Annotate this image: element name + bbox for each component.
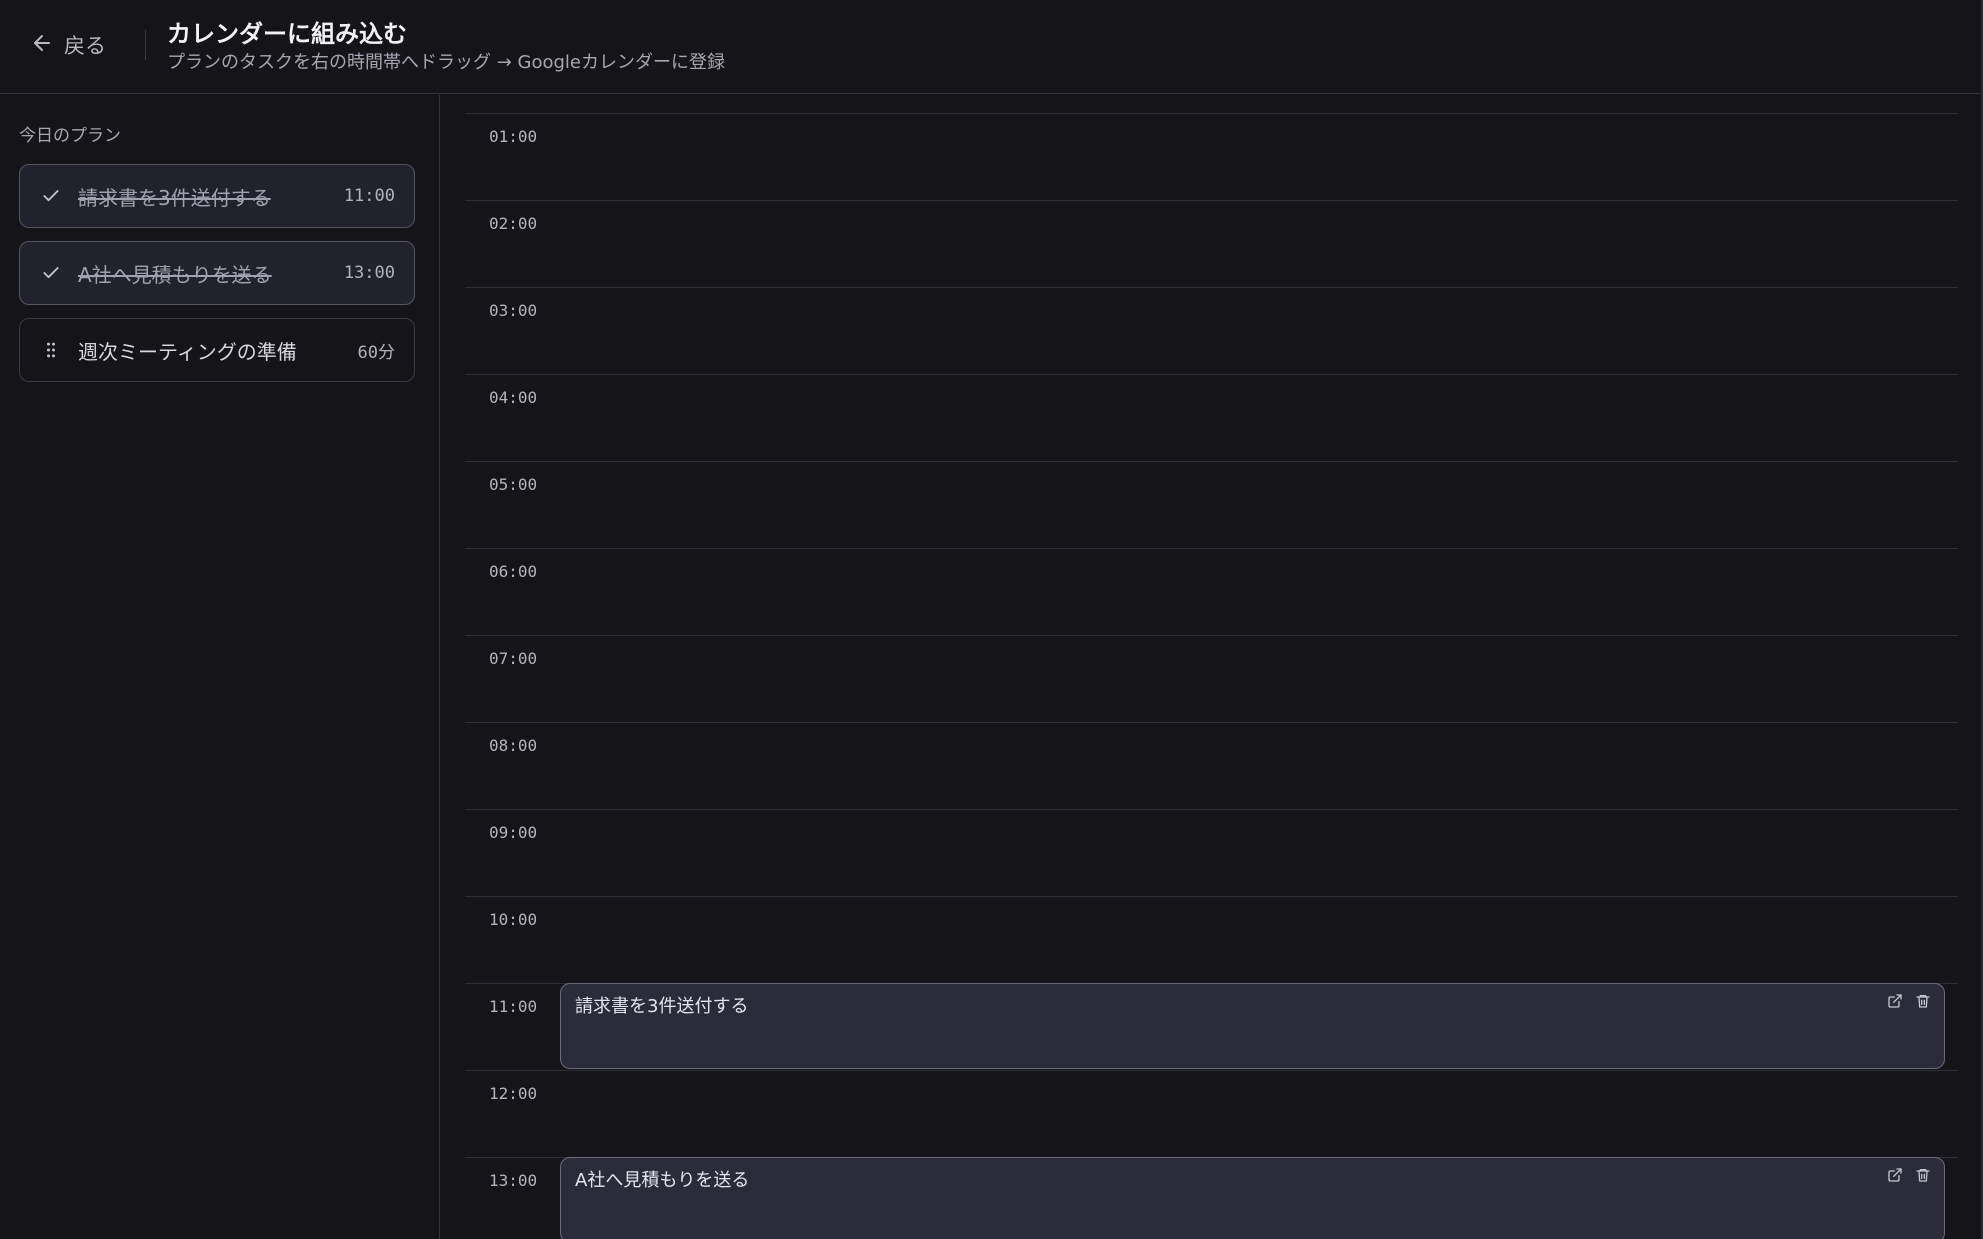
- event-title: 請求書を3件送付する: [575, 996, 749, 1017]
- back-label: 戻る: [64, 34, 106, 58]
- plan-sidebar: 今日のプラン 請求書を3件送付する 11:00 A社へ見積もりを送る 13:00…: [0, 95, 440, 1239]
- header: 戻る カレンダーに組み込む プランのタスクを右の時間帯へドラッグ → Googl…: [0, 0, 1983, 94]
- back-button[interactable]: 戻る: [30, 28, 106, 62]
- hour-label: 04:00: [489, 388, 538, 407]
- hour-label: 13:00: [489, 1171, 538, 1190]
- hour-label: 02:00: [489, 214, 538, 233]
- hour-label: 11:00: [489, 997, 538, 1016]
- hour-line: [465, 374, 1958, 375]
- hour-label: 12:00: [489, 1084, 538, 1103]
- hour-line: [465, 287, 1958, 288]
- calendar-event[interactable]: A社へ見積もりを送る: [560, 1157, 1945, 1239]
- calendar-event[interactable]: 請求書を3件送付する: [560, 983, 1945, 1069]
- drag-handle-icon[interactable]: [40, 339, 62, 361]
- hour-label: 03:00: [489, 301, 538, 320]
- header-divider: [145, 30, 146, 60]
- hour-line: [465, 1070, 1958, 1071]
- hour-label: 01:00: [489, 127, 538, 146]
- plan-item-draggable[interactable]: 週次ミーティングの準備 60分: [19, 318, 415, 382]
- hour-label: 08:00: [489, 736, 538, 755]
- hour-label: 07:00: [489, 649, 538, 668]
- sidebar-title: 今日のプラン: [19, 126, 121, 146]
- hour-label: 05:00: [489, 475, 538, 494]
- hour-line: [465, 722, 1958, 723]
- page-subtitle: プランのタスクを右の時間帯へドラッグ → Googleカレンダーに登録: [167, 52, 725, 73]
- trash-icon[interactable]: [1914, 1166, 1932, 1184]
- hour-line: [465, 200, 1958, 201]
- hour-line: [465, 113, 1958, 114]
- hour-line: [465, 461, 1958, 462]
- check-icon: [40, 262, 62, 284]
- hour-label: 09:00: [489, 823, 538, 842]
- check-icon: [40, 185, 62, 207]
- plan-item-time: 13:00: [343, 263, 395, 283]
- arrow-left-icon: [30, 31, 54, 60]
- hour-line: [465, 548, 1958, 549]
- plan-item[interactable]: A社へ見積もりを送る 13:00: [19, 241, 415, 305]
- hour-line: [465, 896, 1958, 897]
- plan-item-duration: 60分: [357, 342, 395, 363]
- plan-item-label: A社へ見積もりを送る: [78, 262, 272, 287]
- hour-line: [465, 809, 1958, 810]
- plan-item-time: 11:00: [343, 186, 395, 206]
- open-external-icon[interactable]: [1886, 992, 1904, 1010]
- page-title: カレンダーに組み込む: [167, 20, 407, 48]
- plan-item-label: 請求書を3件送付する: [78, 185, 271, 210]
- calendar-day-view[interactable]: 01:00 02:00 03:00 04:00 05:00 06:00 07:00 08:00…: [441, 95, 1983, 1239]
- plan-item-label: 週次ミーティングの準備: [78, 339, 297, 364]
- event-title: A社へ見積もりを送る: [575, 1170, 750, 1191]
- hour-line: [465, 635, 1958, 636]
- open-external-icon[interactable]: [1886, 1166, 1904, 1184]
- plan-item[interactable]: 請求書を3件送付する 11:00: [19, 164, 415, 228]
- hour-label: 10:00: [489, 910, 538, 929]
- trash-icon[interactable]: [1914, 992, 1932, 1010]
- hour-label: 06:00: [489, 562, 538, 581]
